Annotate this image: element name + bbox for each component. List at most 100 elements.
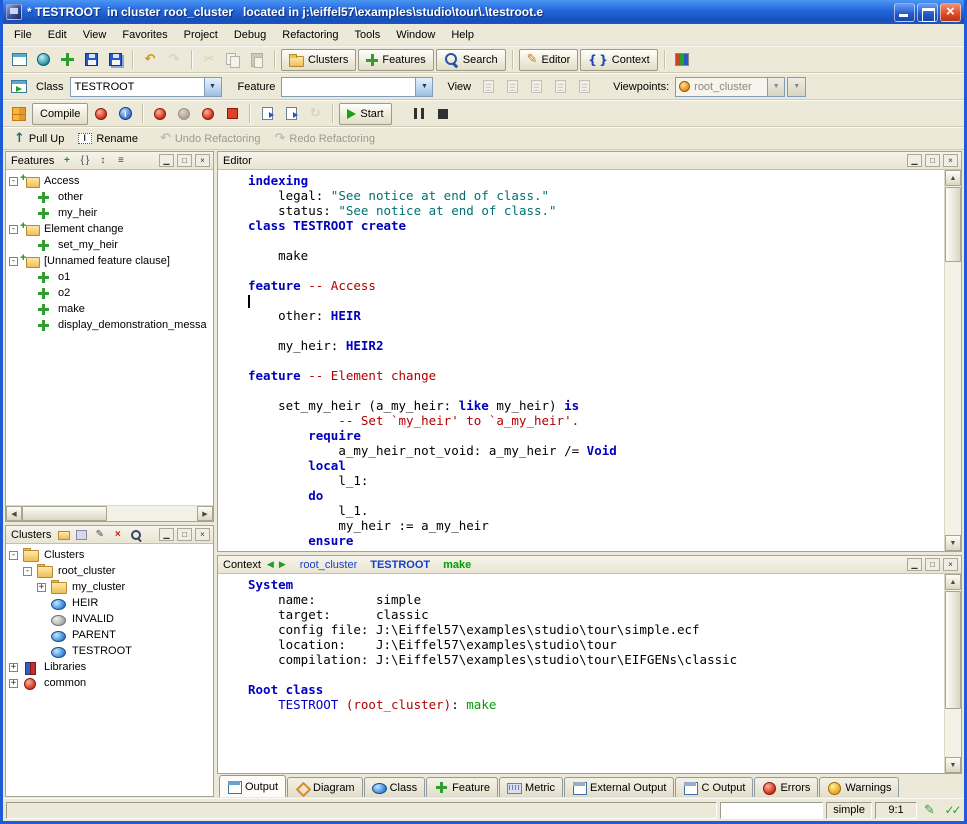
- scrollbar-thumb[interactable]: [945, 187, 961, 262]
- menu-refactoring[interactable]: Refactoring: [274, 26, 346, 44]
- context-button[interactable]: { } Context: [580, 49, 657, 71]
- view-flat-interface-icon[interactable]: [573, 76, 595, 97]
- collapse-box-icon[interactable]: -: [9, 551, 18, 560]
- scrollbar-track[interactable]: [945, 590, 961, 757]
- collapse-box-icon[interactable]: -: [9, 257, 18, 266]
- tab-diagram[interactable]: Diagram: [287, 777, 363, 797]
- view-basic-icon[interactable]: [477, 76, 499, 97]
- class-combo[interactable]: TESTROOT ▼: [70, 77, 222, 97]
- scrollbar-thumb[interactable]: [945, 591, 961, 709]
- view-flat-icon[interactable]: [525, 76, 547, 97]
- paste-icon[interactable]: [246, 49, 268, 70]
- menu-view[interactable]: View: [75, 26, 115, 44]
- tab-errors[interactable]: Errors: [754, 777, 818, 797]
- features-horizontal-scrollbar[interactable]: ◀ ▶: [6, 505, 213, 521]
- tree-item-testroot[interactable]: TESTROOT: [6, 643, 213, 659]
- tree-item-libraries[interactable]: +Libraries: [6, 659, 213, 675]
- expand-box-icon[interactable]: +: [9, 663, 18, 672]
- class-tool-icon[interactable]: [8, 76, 30, 97]
- finalize-icon[interactable]: [173, 103, 195, 124]
- compile-button[interactable]: Compile: [32, 103, 88, 125]
- titlebar[interactable]: * TESTROOT in cluster root_cluster locat…: [3, 0, 964, 24]
- clusters-maximize-button[interactable]: □: [177, 528, 192, 541]
- pause-icon[interactable]: [408, 103, 430, 124]
- editor-body[interactable]: indexing legal: "See notice at end of cl…: [218, 170, 961, 551]
- tree-item-common[interactable]: +common: [6, 675, 213, 691]
- tree-item-my-cluster[interactable]: +my_cluster: [6, 579, 213, 595]
- undo-refactoring-button[interactable]: ↶ Undo Refactoring: [154, 129, 267, 148]
- redo-icon[interactable]: ↷: [163, 49, 185, 70]
- new-item-icon[interactable]: [56, 49, 78, 70]
- pull-up-button[interactable]: ↑ Pull Up: [8, 129, 70, 148]
- context-forward-icon[interactable]: ▶: [279, 559, 286, 570]
- terminate-c-compilation-icon[interactable]: [221, 103, 243, 124]
- refresh-icon[interactable]: ↻: [304, 103, 326, 124]
- feature-combo-dropdown[interactable]: ▼: [415, 78, 432, 96]
- menu-edit[interactable]: Edit: [40, 26, 75, 44]
- tab-c-output[interactable]: C Output: [675, 777, 753, 797]
- view-interface-icon[interactable]: [549, 76, 571, 97]
- tree-item-other[interactable]: other: [6, 189, 213, 205]
- save-all-icon[interactable]: [104, 49, 126, 70]
- tab-metric[interactable]: Metric: [499, 777, 563, 797]
- tree-item-o2[interactable]: o2: [6, 285, 213, 301]
- tree-item-make[interactable]: make: [6, 301, 213, 317]
- stop-icon[interactable]: [432, 103, 454, 124]
- maximize-button[interactable]: [917, 3, 938, 22]
- expand-box-icon[interactable]: +: [9, 679, 18, 688]
- features-minimize-button[interactable]: ▁: [159, 154, 174, 167]
- export-icon[interactable]: [280, 103, 302, 124]
- breadcrumb-feature[interactable]: make: [443, 559, 471, 571]
- cut-icon[interactable]: ✂: [198, 49, 220, 70]
- redo-refactoring-button[interactable]: ↷ Redo Refactoring: [268, 129, 381, 148]
- close-button[interactable]: [940, 3, 961, 22]
- tree-item-unnamed-feature-clause[interactable]: -[Unnamed feature clause]: [6, 253, 213, 269]
- tab-external-output[interactable]: External Output: [564, 777, 674, 797]
- find-class-icon[interactable]: [128, 528, 143, 542]
- scrollbar-track[interactable]: [22, 506, 197, 521]
- save-icon[interactable]: [80, 49, 102, 70]
- tab-class[interactable]: Class: [364, 777, 426, 797]
- tree-item-display-demonstration-messa[interactable]: display_demonstration_messa: [6, 317, 213, 333]
- minimize-button[interactable]: [894, 3, 915, 22]
- generate-documentation-icon[interactable]: [256, 103, 278, 124]
- features-maximize-button[interactable]: □: [177, 154, 192, 167]
- sort-icon[interactable]: ↕: [95, 154, 110, 168]
- signature-icon[interactable]: { }: [77, 154, 92, 168]
- scroll-down-icon[interactable]: ▼: [945, 535, 961, 551]
- menu-tools[interactable]: Tools: [347, 26, 389, 44]
- clusters-button[interactable]: Clusters: [281, 49, 356, 71]
- compilation-info-icon[interactable]: i: [114, 103, 136, 124]
- undo-icon[interactable]: ↶: [139, 49, 161, 70]
- expand-box-icon[interactable]: +: [37, 583, 46, 592]
- editor-vertical-scrollbar[interactable]: ▲ ▼: [944, 170, 961, 551]
- tree-item-set-my-heir[interactable]: set_my_heir: [6, 237, 213, 253]
- add-cluster-icon[interactable]: [56, 528, 71, 542]
- scroll-right-icon[interactable]: ▶: [197, 506, 213, 521]
- group-by-clause-icon[interactable]: ≡: [113, 154, 128, 168]
- edit-cluster-icon[interactable]: ✎: [92, 528, 107, 542]
- precompile-icon[interactable]: [197, 103, 219, 124]
- tree-item-o1[interactable]: o1: [6, 269, 213, 285]
- context-close-button[interactable]: ×: [943, 558, 958, 571]
- search-button[interactable]: Search: [436, 49, 506, 71]
- scroll-up-icon[interactable]: ▲: [945, 170, 961, 186]
- context-back-icon[interactable]: ◀: [267, 559, 274, 570]
- profiler-icon[interactable]: [671, 49, 693, 70]
- breadcrumb-class[interactable]: TESTROOT: [370, 559, 430, 571]
- tree-item-invalid[interactable]: INVALID: [6, 611, 213, 627]
- tab-warnings[interactable]: Warnings: [819, 777, 899, 797]
- copy-icon[interactable]: [222, 49, 244, 70]
- feature-combo[interactable]: ▼: [281, 77, 433, 97]
- context-vertical-scrollbar[interactable]: ▲ ▼: [944, 574, 961, 773]
- clusters-minimize-button[interactable]: ▁: [159, 528, 174, 541]
- add-library-icon[interactable]: [74, 528, 89, 542]
- menu-favorites[interactable]: Favorites: [114, 26, 175, 44]
- scroll-left-icon[interactable]: ◀: [6, 506, 22, 521]
- editor-minimize-button[interactable]: ▁: [907, 154, 922, 167]
- class-combo-dropdown[interactable]: ▼: [204, 78, 221, 96]
- new-window-icon[interactable]: [8, 49, 30, 70]
- tree-item-access[interactable]: -Access: [6, 173, 213, 189]
- melt-icon[interactable]: [90, 103, 112, 124]
- tree-item-my-heir[interactable]: my_heir: [6, 205, 213, 221]
